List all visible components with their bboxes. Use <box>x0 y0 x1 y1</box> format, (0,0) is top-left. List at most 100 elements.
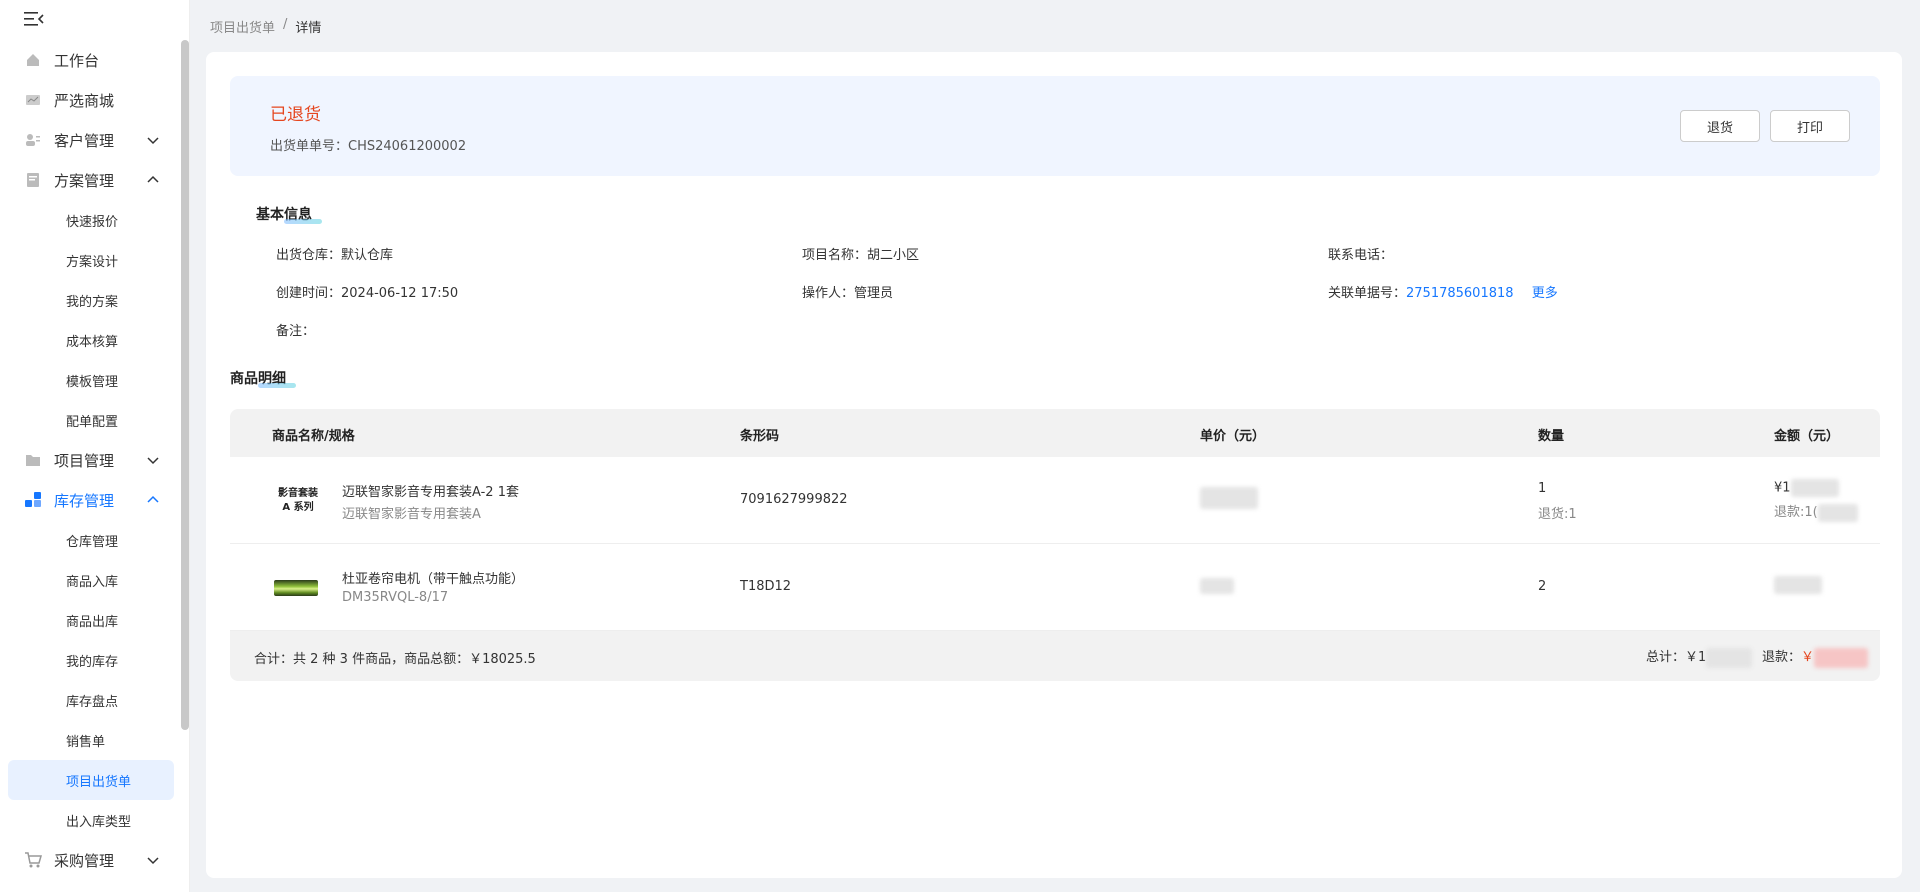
related-order-link[interactable]: 2751785601818 <box>1406 286 1514 301</box>
sidebar-item-label: 方案管理 <box>54 171 115 190</box>
product-thumbnail: 影音套装 A 系列 <box>278 488 318 513</box>
breadcrumb-parent[interactable]: 项目出货单 <box>210 17 275 36</box>
detail-card: 已退货 出货单单号：CHS24061200002 退货 打印 基本信息 出货仓库… <box>206 52 1902 878</box>
amount-prefix: ¥1 <box>1774 480 1791 496</box>
column-header: 数量 <box>1538 429 1565 444</box>
main-content: 项目出货单 / 详情 已退货 出货单单号：CHS24061200002 退货 打… <box>190 0 1920 892</box>
table-row: 杜亚卷帘电机（带干触点功能） DM35RVQL-8/17 T18D12 2 <box>230 544 1880 631</box>
cart-icon <box>24 851 42 869</box>
product-qty: 2 <box>1538 579 1547 594</box>
breadcrumb-current: 详情 <box>295 21 322 36</box>
info-remark: 备注： <box>276 320 315 339</box>
sidebar-subitem-cost[interactable]: 成本核算 <box>8 320 174 360</box>
product-barcode: 7091627999822 <box>740 492 848 507</box>
info-label: 操作人： <box>802 286 855 301</box>
sidebar-item-inventory[interactable]: 库存管理 <box>0 480 182 520</box>
info-project: 项目名称：胡二小区 <box>802 244 919 263</box>
goods-summary: 合计：共 2 种 3 件商品，商品总额：￥18025.5 <box>254 652 536 667</box>
shop-icon <box>24 91 42 109</box>
status-panel: 已退货 出货单单号：CHS24061200002 退货 打印 <box>230 76 1880 176</box>
sidebar-item-customer[interactable]: 客户管理 <box>0 120 182 160</box>
refund-currency: ￥ <box>1801 650 1815 665</box>
sidebar-subitem-io-types[interactable]: 出入库类型 <box>8 800 174 840</box>
info-created: 创建时间：2024-06-12 17:50 <box>276 282 458 301</box>
total-amount: 总计：￥1 <box>1646 646 1753 668</box>
chevron-up-icon <box>146 493 160 507</box>
refund-total: 退款：￥ <box>1762 646 1869 668</box>
print-button[interactable]: 打印 <box>1770 110 1850 142</box>
info-value: 2024-06-12 17:50 <box>341 286 459 301</box>
order-number: 出货单单号：CHS24061200002 <box>270 135 466 154</box>
product-spec: DM35RVQL-8/17 <box>342 590 449 605</box>
sidebar-subitem-sales-order[interactable]: 销售单 <box>8 720 174 760</box>
column-header: 条形码 <box>740 429 780 444</box>
sidebar-item-plan[interactable]: 方案管理 <box>0 160 182 200</box>
sidebar-subitem-stocktake[interactable]: 库存盘点 <box>8 680 174 720</box>
unit-price-masked <box>1200 578 1234 594</box>
return-button[interactable]: 退货 <box>1680 110 1760 142</box>
sidebar-item-workbench[interactable]: 工作台 <box>0 40 182 80</box>
info-label: 创建时间： <box>276 286 342 301</box>
table-row: 影音套装 A 系列 迈联智家影音专用套装A-2 1套 迈联智家影音专用套装A 7… <box>230 457 1880 544</box>
sidebar-subitem-project-shipment[interactable]: 项目出货单 <box>8 760 174 800</box>
total-label: 总计：￥1 <box>1646 650 1707 665</box>
sidebar-subitem-quick-quote[interactable]: 快速报价 <box>8 200 174 240</box>
refund-amount: 退款:1( <box>1774 501 1858 522</box>
refund-total-label: 退款： <box>1762 650 1802 665</box>
more-link[interactable]: 更多 <box>1532 286 1558 301</box>
sidebar-subitem-my-stock[interactable]: 我的库存 <box>8 640 174 680</box>
breadcrumb: 项目出货单 / 详情 <box>210 17 321 36</box>
product-name: 杜亚卷帘电机（带干触点功能） <box>342 572 525 587</box>
unit-price-masked <box>1200 487 1258 509</box>
info-value: 管理员 <box>854 286 894 301</box>
product-qty: 1 <box>1538 481 1547 496</box>
column-header: 商品名称/规格 <box>272 429 355 444</box>
info-label: 项目名称： <box>802 248 868 263</box>
info-label: 关联单据号： <box>1328 286 1407 301</box>
inventory-icon <box>24 491 42 509</box>
info-label: 出货仓库： <box>276 248 342 263</box>
sidebar-item-mall[interactable]: 严选商城 <box>0 80 182 120</box>
column-header: 单价（元） <box>1200 429 1266 444</box>
info-label: 备注： <box>276 324 316 339</box>
column-header: 金额（元） <box>1774 429 1840 444</box>
customer-icon <box>24 131 42 149</box>
product-thumbnail <box>274 580 318 596</box>
amount: ¥1 <box>1774 479 1839 497</box>
breadcrumb-separator: / <box>283 17 288 32</box>
sidebar-subitem-warehouse[interactable]: 仓库管理 <box>8 520 174 560</box>
chevron-down-icon <box>146 453 160 467</box>
sidebar-subitem-stock-out[interactable]: 商品出库 <box>8 600 174 640</box>
info-label: 联系电话： <box>1328 248 1394 263</box>
order-number-label: 出货单单号： <box>270 139 349 154</box>
sidebar-item-label: 客户管理 <box>54 131 115 150</box>
product-spec: 迈联智家影音专用套装A <box>342 507 481 522</box>
info-value: 默认仓库 <box>341 248 394 263</box>
sidebar-item-label: 工作台 <box>54 51 100 70</box>
info-phone: 联系电话： <box>1328 244 1393 263</box>
info-value: 胡二小区 <box>867 248 920 263</box>
sidebar-item-label: 库存管理 <box>54 491 115 510</box>
goods-table: 商品名称/规格 条形码 单价（元） 数量 金额（元） 影音套装 A 系列 迈联智… <box>230 409 1880 681</box>
sidebar-subitem-stock-in[interactable]: 商品入库 <box>8 560 174 600</box>
table-header: 商品名称/规格 条形码 单价（元） 数量 金额（元） <box>230 409 1880 457</box>
info-warehouse: 出货仓库：默认仓库 <box>276 244 393 263</box>
sidebar-subitem-templates[interactable]: 模板管理 <box>8 360 174 400</box>
sidebar-item-purchase[interactable]: 采购管理 <box>0 840 182 880</box>
sidebar-subitem-my-plans[interactable]: 我的方案 <box>8 280 174 320</box>
sidebar-subitem-config[interactable]: 配单配置 <box>8 400 174 440</box>
sidebar-item-project[interactable]: 项目管理 <box>0 440 182 480</box>
returned-qty: 退货:1 <box>1538 507 1577 522</box>
table-footer: 合计：共 2 种 3 件商品，商品总额：￥18025.5 总计：￥1 退款：￥ <box>230 631 1880 681</box>
info-related: 关联单据号：2751785601818 更多 <box>1328 282 1558 301</box>
amount-masked <box>1774 576 1822 594</box>
sidebar-item-label: 采购管理 <box>54 851 115 870</box>
chevron-down-icon <box>146 133 160 147</box>
sidebar-subitem-plan-design[interactable]: 方案设计 <box>8 240 174 280</box>
goods-title: 商品明细 <box>230 368 296 388</box>
menu-collapse-icon[interactable] <box>24 10 44 28</box>
refund-prefix: 退款:1( <box>1774 505 1818 520</box>
sidebar: 工作台 严选商城 客户管理 方案管理 快速报价 方案设计 我的方案 成本核算 模… <box>0 0 190 892</box>
product-barcode: T18D12 <box>740 579 792 594</box>
sidebar-scrollbar[interactable] <box>181 40 189 730</box>
